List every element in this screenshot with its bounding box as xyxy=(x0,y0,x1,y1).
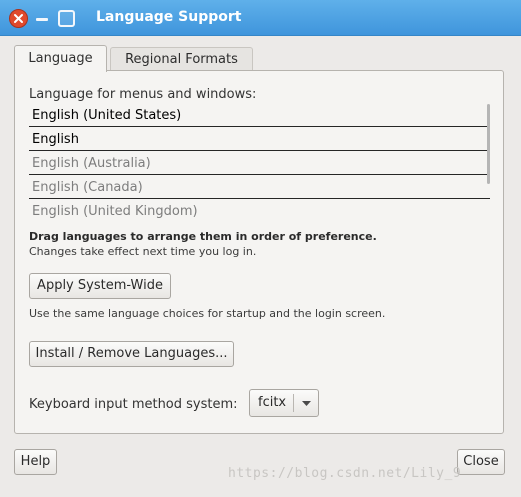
tab-language[interactable]: Language xyxy=(14,45,107,72)
window-close-button[interactable] xyxy=(9,9,28,28)
language-list[interactable]: English (United States) English English … xyxy=(29,104,490,224)
list-item[interactable]: English (Canada) xyxy=(29,176,490,199)
input-method-value: fcitx xyxy=(258,395,287,410)
effect-note: Changes take effect next time you log in… xyxy=(29,245,257,258)
input-method-select[interactable]: fcitx xyxy=(249,389,319,417)
input-method-label: Keyboard input method system: xyxy=(29,397,238,412)
window-title: Language Support xyxy=(96,9,242,25)
apply-system-wide-button[interactable]: Apply System-Wide xyxy=(29,273,171,299)
list-item[interactable]: English xyxy=(29,128,490,151)
list-item[interactable]: English (United States) xyxy=(29,104,490,127)
list-item[interactable]: English (United Kingdom) xyxy=(29,200,490,223)
close-icon xyxy=(14,14,23,23)
window-maximize-button[interactable] xyxy=(58,10,75,27)
list-item[interactable]: English (Australia) xyxy=(29,152,490,175)
combo-separator xyxy=(293,394,294,412)
language-heading: Language for menus and windows: xyxy=(29,87,257,102)
apply-note: Use the same language choices for startu… xyxy=(29,307,386,320)
chevron-down-icon xyxy=(302,401,311,406)
close-button[interactable]: Close xyxy=(457,449,505,475)
drag-hint: Drag languages to arrange them in order … xyxy=(29,230,377,243)
install-remove-languages-button[interactable]: Install / Remove Languages... xyxy=(29,341,234,367)
window-minimize-button[interactable] xyxy=(36,18,48,21)
help-button[interactable]: Help xyxy=(14,449,57,475)
tab-regional-formats[interactable]: Regional Formats xyxy=(110,47,253,70)
watermark: https://blog.csdn.net/Lily_9 xyxy=(228,466,462,481)
list-scrollbar[interactable] xyxy=(487,104,490,184)
title-bar: Language Support xyxy=(0,0,521,36)
